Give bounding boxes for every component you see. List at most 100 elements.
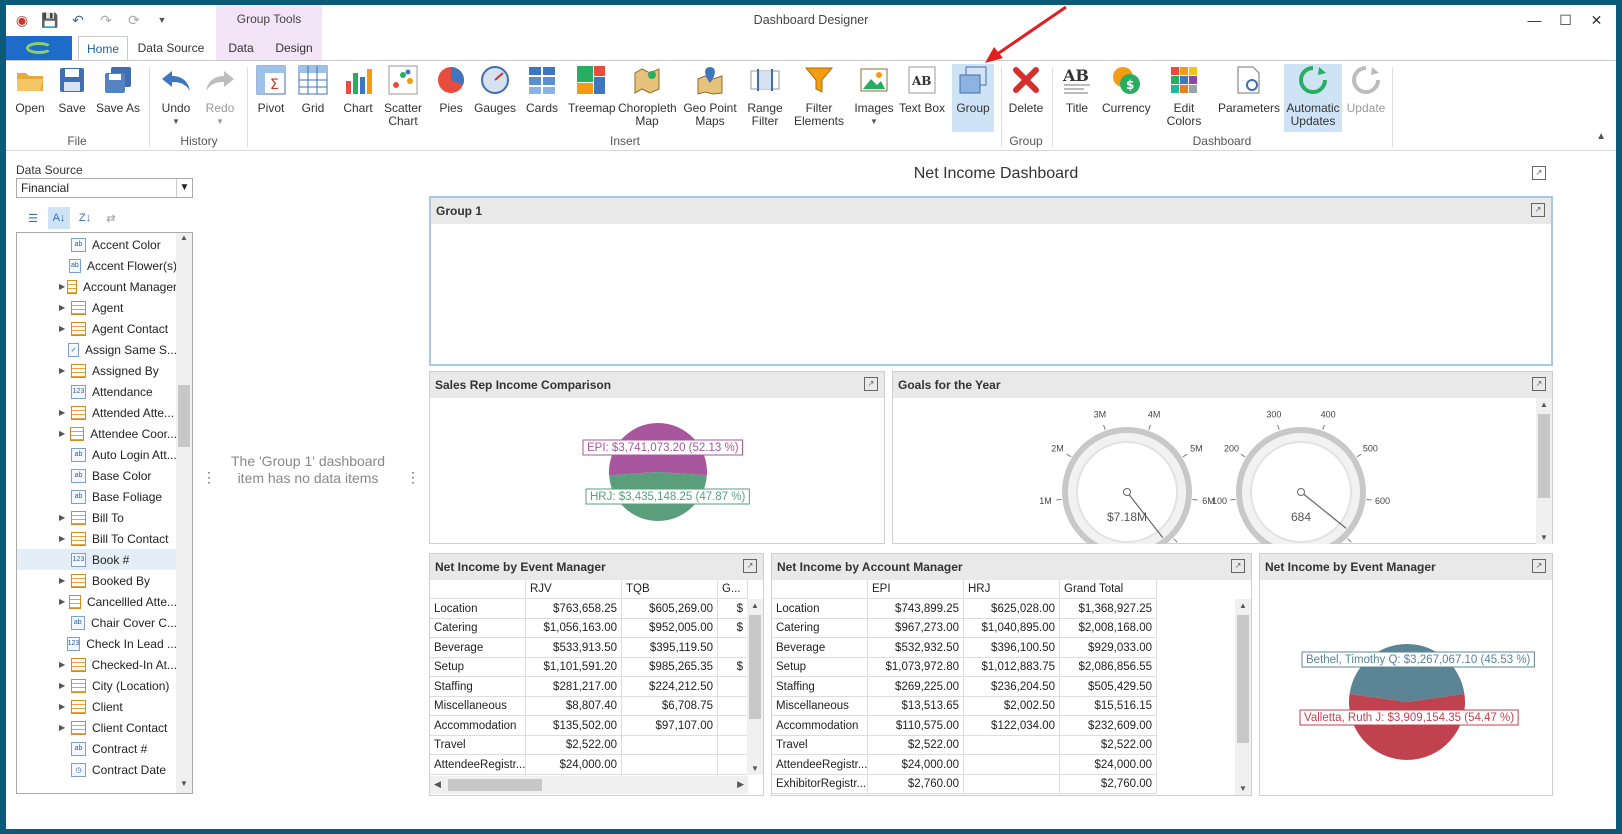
tree-item[interactable]: ▶ Checked-In At... [17,654,177,675]
event-manager-grid[interactable]: RJV TQB G... Location $763,658.25 $605,269.00… [430,580,748,776]
export-icon[interactable]: ↗ [1532,559,1546,573]
dashboard-title[interactable]: Net Income Dashboard [426,165,1566,183]
scroll-down-icon[interactable]: ▼ [1536,533,1552,542]
export-icon[interactable]: ↗ [1531,203,1545,217]
export-icon[interactable]: ↗ [1532,377,1546,391]
group-button[interactable]: Group [952,64,994,132]
field-tree[interactable]: ◷ Contract Date ab Contract # ▶ Client Contac… [16,232,193,794]
expand-icon[interactable]: ▶ [59,324,69,333]
gauges-button[interactable]: Gauges [474,64,516,132]
grid-vscrollbar[interactable]: ▲ ▼ [1235,599,1251,795]
expand-icon[interactable]: ▶ [59,597,67,606]
tree-item[interactable]: ▶ Account Manager [17,276,177,297]
grid-hscrollbar[interactable]: ◀ ▶ [430,776,748,794]
pivot-button[interactable]: Σ Pivot [254,64,288,132]
images-button[interactable]: Images ▼ [854,64,894,132]
account-manager-grid[interactable]: EPI HRJ Grand Total Location $743,899.25 $625… [772,580,1235,795]
gauge-scrollbar[interactable]: ▲ ▼ [1536,398,1552,544]
tree-item[interactable]: ab Chair Cover C... [17,612,177,633]
tree-item[interactable]: ▶ Bill To Contact [17,528,177,549]
goals-gauges[interactable]: 1M2M3M4M5M6M7M$7.18M10020030040050060070… [893,398,1535,544]
qat-undo-icon[interactable]: ↶ [68,11,88,29]
qat-refresh-icon[interactable]: ⟳ [124,11,144,29]
tree-item[interactable]: ▶ Cancellled Atte... [17,591,177,612]
export-icon[interactable]: ↗ [1532,166,1546,180]
filter-elements-button[interactable]: Filter Elements [790,64,848,132]
scroll-thumb[interactable] [1538,414,1550,498]
goals-gauge-panel[interactable]: Goals for the Year ↗ 1M2M3M4M5M6M7M$7.18… [892,371,1553,544]
save-as-button[interactable]: Save As [94,64,142,132]
scroll-up-icon[interactable]: ▲ [747,601,763,610]
export-icon[interactable]: ↗ [1231,559,1245,573]
scroll-down-icon[interactable]: ▼ [176,779,192,793]
treemap-button[interactable]: Treemap [568,64,616,132]
collapse-ribbon-icon[interactable]: ▲ [1596,131,1606,142]
tree-item[interactable]: ab Accent Flower(s) [17,255,177,276]
expand-icon[interactable]: ▶ [59,282,65,291]
scroll-thumb[interactable] [749,615,761,719]
splitter-handle[interactable]: ⋮ [406,469,420,486]
geo-point-maps-button[interactable]: Geo Point Maps [682,64,738,132]
tab-data-source[interactable]: Data Source [133,36,209,60]
expand-icon[interactable]: ▶ [59,408,69,417]
scroll-right-icon[interactable]: ▶ [737,779,744,790]
sort-descending-icon[interactable]: Z↓ [74,207,96,229]
scroll-thumb[interactable] [1237,615,1249,743]
tree-item[interactable]: ▶ Assigned By [17,360,177,381]
group-1-panel[interactable]: Group 1 ↗ [429,196,1553,366]
tree-item[interactable]: ab Accent Color [17,234,177,255]
text-box-button[interactable]: AB Text Box [898,64,946,132]
tree-item[interactable]: ◷ Contract Date [17,759,177,780]
tab-home[interactable]: Home [78,36,128,60]
qat-save-icon[interactable]: 💾 [40,11,60,29]
tree-item[interactable]: ▶ City (Location) [17,675,177,696]
save-button[interactable]: Save [54,64,90,132]
redo-button[interactable]: Redo ▼ [200,64,240,132]
expand-icon[interactable]: ▶ [59,513,69,522]
data-source-select[interactable]: Financial ▼ [16,178,193,198]
sort-ascending-icon[interactable]: A↓ [48,207,70,229]
choropleth-map-button[interactable]: Choropleth Map [618,64,677,132]
tree-item[interactable]: ▶ Client [17,696,177,717]
maximize-icon[interactable]: ☐ [1550,9,1581,31]
tree-item[interactable]: ▶ Client Contact [17,717,177,738]
expand-icon[interactable]: ▶ [59,366,69,375]
account-manager-grid-panel[interactable]: Net Income by Account Manager ↗ EPI HRJ Gr… [771,553,1252,796]
file-menu-button[interactable] [6,36,72,60]
currency-button[interactable]: $ Currency [1102,64,1151,132]
column-header[interactable]: G... [718,580,748,599]
expand-icon[interactable]: ▶ [59,303,69,312]
chart-button[interactable]: Chart [340,64,376,132]
splitter-handle[interactable]: ⋮ [202,469,216,486]
tree-item[interactable]: ▶ Attended Atte... [17,402,177,423]
delete-button[interactable]: Delete [1006,64,1046,132]
tree-item[interactable]: 123 Book # [17,549,177,570]
tree-item[interactable]: ab Base Foliage [17,486,177,507]
qat-redo-icon[interactable]: ↷ [96,11,116,29]
tree-item[interactable]: ▶ Agent [17,297,177,318]
sales-rep-pie-chart[interactable]: EPI: $3,741,073.20 (52.13 %) HRJ: $3,435,… [430,398,884,544]
column-header[interactable]: EPI [868,580,964,599]
close-icon[interactable]: ✕ [1581,9,1612,31]
qat-customize-icon[interactable]: ▼ [152,11,172,29]
tree-item[interactable]: ▶ Booked By [17,570,177,591]
event-manager-pie-panel[interactable]: Net Income by Event Manager ↗ Bethel, Ti… [1259,553,1553,796]
scatter-chart-button[interactable]: Scatter Chart [382,64,424,132]
tree-item[interactable]: ab Auto Login Att... [17,444,177,465]
expand-icon[interactable]: ▶ [59,681,69,690]
column-header[interactable]: HRJ [964,580,1060,599]
tree-item[interactable]: ▶ Bill To [17,507,177,528]
column-header[interactable]: Grand Total [1060,580,1157,599]
tree-item[interactable]: ab Base Color [17,465,177,486]
sales-rep-pie-panel[interactable]: Sales Rep Income Comparison ↗ EPI: $3,74… [429,371,885,544]
range-filter-button[interactable]: Range Filter [744,64,786,132]
expand-icon[interactable]: ▶ [59,534,69,543]
export-icon[interactable]: ↗ [743,559,757,573]
grid-button[interactable]: Grid [296,64,330,132]
scroll-thumb[interactable] [178,385,190,447]
tab-design[interactable]: Design [266,36,322,60]
scroll-up-icon[interactable]: ▲ [1536,400,1552,409]
expand-icon[interactable]: ▶ [59,576,69,585]
minimize-icon[interactable]: — [1519,9,1550,31]
column-header[interactable]: TQB [622,580,718,599]
